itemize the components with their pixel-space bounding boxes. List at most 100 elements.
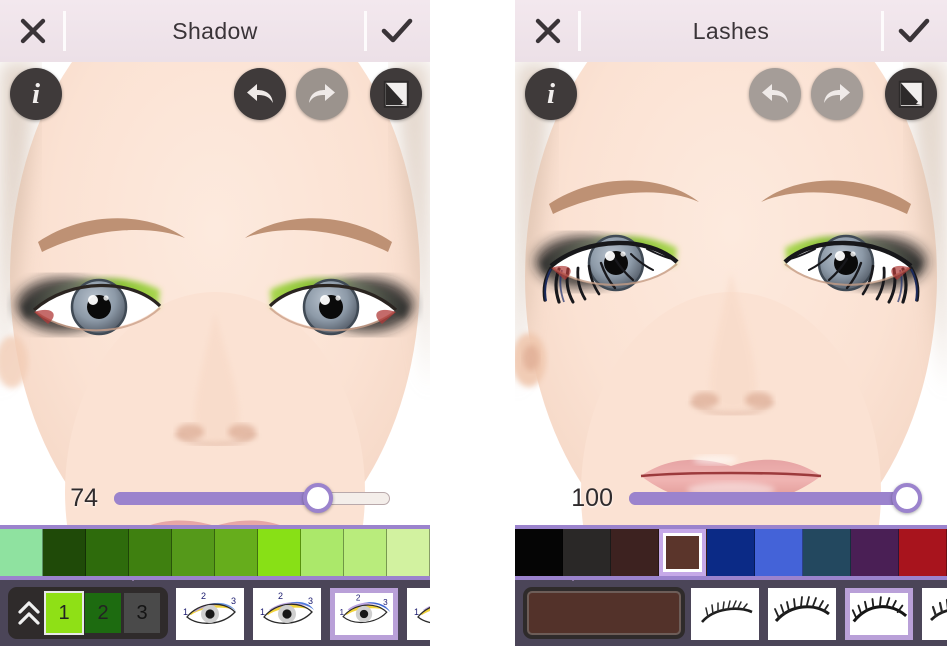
eyeshadow-style-thumb[interactable]: 1 2 3: [253, 588, 321, 640]
slider-knob[interactable]: [892, 483, 922, 513]
close-icon: [20, 18, 46, 44]
face-image-shadow: [0, 62, 430, 525]
layer-button-2[interactable]: 2: [85, 593, 121, 633]
undo-button[interactable]: [749, 68, 801, 120]
confirm-button[interactable]: [364, 0, 430, 62]
svg-text:1: 1: [414, 607, 419, 617]
color-swatch-selected[interactable]: [659, 529, 707, 576]
panel-lashes: Lashes i 100: [515, 0, 947, 646]
redo-button[interactable]: [296, 68, 348, 120]
check-icon: [381, 18, 413, 43]
slider-track[interactable]: [629, 483, 922, 513]
layer-label: 3: [136, 601, 148, 624]
compare-button[interactable]: [885, 68, 937, 120]
layer-button-3[interactable]: 3: [124, 593, 160, 633]
expand-layers-button[interactable]: [12, 587, 46, 639]
color-swatch[interactable]: [129, 529, 172, 576]
info-button[interactable]: i: [10, 68, 62, 120]
color-swatch[interactable]: [344, 529, 387, 576]
color-swatch[interactable]: [258, 529, 301, 576]
header-shadow: Shadow: [0, 0, 430, 62]
color-swatch[interactable]: [803, 529, 851, 576]
svg-text:2: 2: [356, 594, 361, 602]
photo-canvas-lashes[interactable]: [515, 62, 947, 525]
lash-style-thumb[interactable]: [768, 588, 836, 640]
slider-value: 100: [571, 483, 613, 512]
svg-text:2: 2: [201, 592, 206, 601]
eyeshadow-style-thumb[interactable]: 1 2 3: [176, 588, 244, 640]
confirm-button[interactable]: [881, 0, 947, 62]
redo-icon: [824, 84, 850, 103]
close-icon: [535, 18, 561, 44]
app-screenshot: Shadow i 74 1 2 3 1 2 3 1 2 3 1 2 3 1 La…: [0, 0, 947, 646]
layer-label: 2: [97, 601, 109, 624]
selection-pointer: [120, 580, 146, 581]
lash-style-icon: [774, 596, 830, 623]
eye-style-icon: 1: [414, 605, 430, 624]
style-thumbnails-shadow[interactable]: 1 2 3 1 2 3 1 2 3 1: [176, 586, 430, 642]
color-swatch[interactable]: [387, 529, 430, 576]
svg-text:1: 1: [260, 607, 265, 617]
info-icon: i: [31, 77, 41, 110]
color-swatch[interactable]: [755, 529, 803, 576]
svg-text:3: 3: [231, 596, 236, 606]
info-button[interactable]: i: [525, 68, 577, 120]
redo-icon: [309, 84, 335, 103]
color-swatch[interactable]: [215, 529, 258, 576]
svg-text:1: 1: [183, 607, 188, 617]
photo-canvas-shadow[interactable]: [0, 62, 430, 525]
lash-style-thumb-selected[interactable]: [845, 588, 913, 640]
color-palette-shadow[interactable]: [0, 525, 430, 580]
color-swatch[interactable]: [899, 529, 947, 576]
info-icon: i: [546, 77, 556, 110]
color-swatch[interactable]: [301, 529, 344, 576]
page-title: Shadow: [172, 17, 258, 44]
svg-text:3: 3: [308, 596, 313, 606]
undo-button[interactable]: [234, 68, 286, 120]
intensity-slider-shadow[interactable]: 74: [0, 478, 430, 518]
color-swatch[interactable]: [707, 529, 755, 576]
bottom-bar-lashes: [515, 580, 947, 646]
close-button[interactable]: [0, 0, 66, 62]
style-thumbnails-lashes[interactable]: [691, 586, 947, 642]
chevron-up-icon: [18, 601, 40, 625]
layer-selector[interactable]: 1 2 3: [8, 587, 168, 639]
slider-value: 74: [70, 483, 98, 512]
intensity-slider-lashes[interactable]: 100: [515, 478, 947, 518]
current-color-chip[interactable]: [523, 587, 685, 639]
color-chip-fill: [527, 591, 681, 635]
eyeshadow-style-thumb[interactable]: 1: [407, 588, 430, 640]
color-swatch[interactable]: [86, 529, 129, 576]
color-swatch[interactable]: [515, 529, 563, 576]
selection-pointer: [560, 580, 586, 581]
compare-page-icon: [383, 80, 409, 108]
color-swatch[interactable]: [172, 529, 215, 576]
lash-style-icon: [701, 600, 753, 623]
redo-button[interactable]: [811, 68, 863, 120]
lash-style-thumb[interactable]: [691, 588, 759, 640]
color-swatch[interactable]: [851, 529, 899, 576]
color-swatch[interactable]: [43, 529, 86, 576]
slider-track[interactable]: [114, 483, 390, 513]
eyeshadow-style-thumb-selected[interactable]: 1 2 3: [330, 588, 398, 640]
lash-style-icon: [930, 598, 947, 622]
eye-style-icon: 1 2 3: [183, 592, 236, 624]
layer-label: 1: [58, 601, 70, 624]
check-icon: [898, 18, 930, 43]
compare-page-icon: [898, 80, 924, 108]
eye-style-icon: 1 2 3: [339, 594, 391, 623]
color-palette-lashes[interactable]: [515, 525, 947, 580]
eye-style-icon: 1 2 3: [260, 592, 314, 624]
layer-button-1[interactable]: 1: [46, 593, 82, 633]
compare-button[interactable]: [370, 68, 422, 120]
svg-text:1: 1: [339, 608, 344, 617]
lash-style-thumb[interactable]: [922, 588, 947, 640]
face-image-lashes: [515, 62, 947, 525]
color-swatch[interactable]: [0, 529, 43, 576]
color-swatch[interactable]: [563, 529, 611, 576]
color-swatch[interactable]: [611, 529, 659, 576]
panel-shadow: Shadow i 74 1 2 3 1 2 3 1 2 3 1 2 3 1: [0, 0, 430, 646]
slider-knob[interactable]: [303, 483, 334, 513]
page-title: Lashes: [692, 17, 770, 44]
close-button[interactable]: [515, 0, 581, 62]
